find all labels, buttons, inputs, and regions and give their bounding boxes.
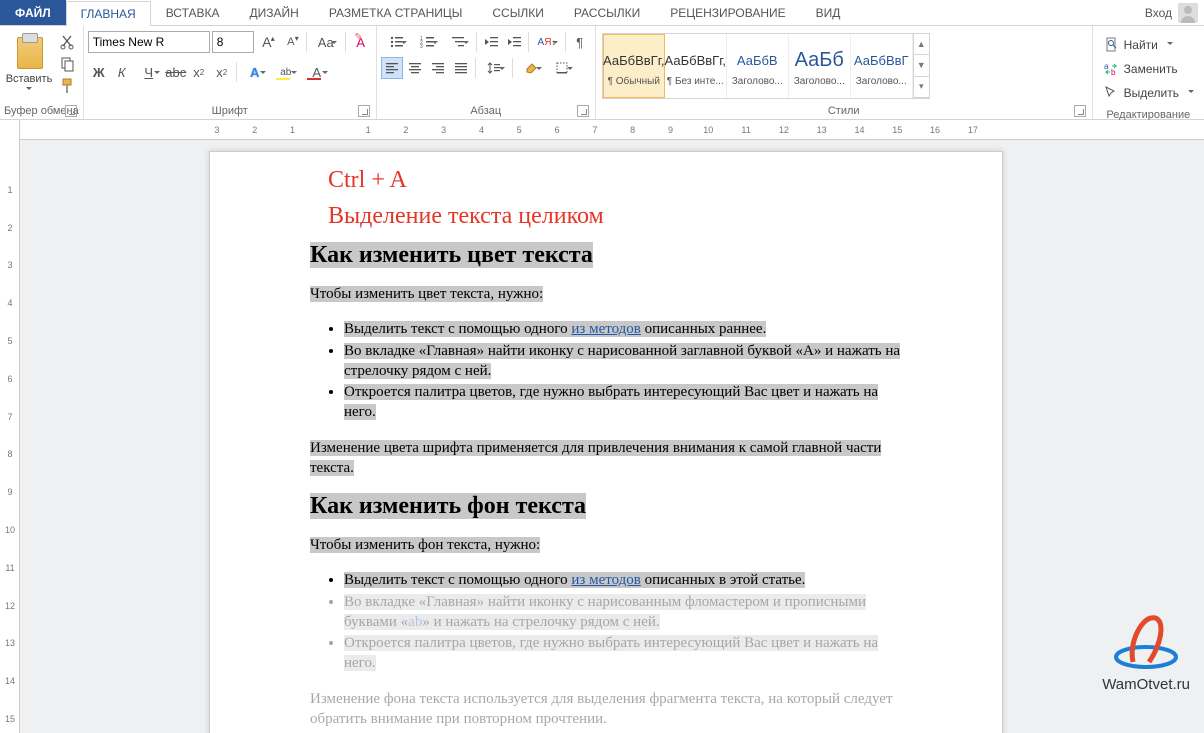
- style-item-2[interactable]: АаБбВЗаголово...: [727, 34, 789, 98]
- chevron-down-icon: [1188, 90, 1194, 96]
- paragraph-dialog-launcher[interactable]: [577, 105, 589, 117]
- login-area[interactable]: Вход: [1145, 0, 1204, 25]
- shrink-font-button[interactable]: A▾: [280, 31, 302, 53]
- line-spacing-button[interactable]: [479, 57, 509, 79]
- group-clipboard: Вставить Буфер обмена: [0, 26, 84, 119]
- tab-design[interactable]: ДИЗАЙН: [235, 0, 314, 25]
- decrease-indent-button[interactable]: [480, 31, 502, 53]
- paste-button[interactable]: Вставить: [4, 31, 54, 95]
- ribbon-tabs: ФАЙЛ ГЛАВНАЯ ВСТАВКА ДИЗАЙН РАЗМЕТКА СТР…: [0, 0, 1204, 26]
- tab-insert[interactable]: ВСТАВКА: [151, 0, 235, 25]
- document-page[interactable]: Ctrl + A Выделение текста целиком Как из…: [209, 151, 1003, 733]
- heading-1: Как изменить цвет текста: [310, 242, 593, 268]
- tab-home[interactable]: ГЛАВНАЯ: [66, 1, 151, 26]
- svg-text:3: 3: [420, 44, 423, 49]
- subscript-button[interactable]: x2: [188, 61, 210, 83]
- style-item-3[interactable]: АаБбЗаголово...: [789, 34, 851, 98]
- svg-text:b: b: [1111, 68, 1116, 77]
- style-item-0[interactable]: АаБбВвГг,¶ Обычный: [603, 34, 665, 98]
- styles-dialog-launcher[interactable]: [1074, 105, 1086, 117]
- bold-button[interactable]: Ж: [88, 61, 110, 83]
- font-dialog-launcher[interactable]: [358, 105, 370, 117]
- ribbon: Вставить Буфер обмена A▴ A▾ Aa A✎: [0, 26, 1204, 120]
- multilevel-list-button[interactable]: [443, 31, 473, 53]
- align-center-button[interactable]: [404, 57, 426, 79]
- copy-button[interactable]: [57, 55, 77, 73]
- replace-button[interactable]: abЗаменить: [1103, 59, 1194, 79]
- justify-button[interactable]: [450, 57, 472, 79]
- increase-indent-button[interactable]: [503, 31, 525, 53]
- clear-formatting-button[interactable]: A✎: [350, 31, 372, 53]
- group-editing: Найти abЗаменить Выделить Редактирование: [1093, 26, 1204, 119]
- clipboard-icon: [13, 33, 45, 71]
- overlay-hint: Ctrl + A Выделение текста целиком: [310, 162, 902, 234]
- vertical-ruler[interactable]: 123456789101112131415161718192021: [0, 120, 20, 733]
- svg-text:a: a: [1104, 62, 1109, 71]
- format-painter-button[interactable]: [57, 77, 77, 95]
- watermark: WamOtvet.ru: [1102, 612, 1190, 693]
- italic-button[interactable]: К: [111, 61, 133, 83]
- link-methods-1[interactable]: из методов: [571, 321, 641, 337]
- tab-review[interactable]: РЕЦЕНЗИРОВАНИЕ: [655, 0, 800, 25]
- tab-view[interactable]: ВИД: [801, 0, 856, 25]
- superscript-button[interactable]: x2: [211, 61, 233, 83]
- style-item-4[interactable]: АаБбВвГЗаголово...: [851, 34, 913, 98]
- align-left-button[interactable]: [381, 57, 403, 79]
- cut-button[interactable]: [57, 33, 77, 51]
- borders-button[interactable]: [547, 57, 577, 79]
- style-item-1[interactable]: АаБбВвГг,¶ Без инте...: [665, 34, 727, 98]
- font-name-select[interactable]: [88, 31, 210, 53]
- document-area: 3211234567891011121314151617 12345678910…: [0, 120, 1204, 733]
- login-label: Вход: [1145, 6, 1172, 20]
- horizontal-ruler[interactable]: 3211234567891011121314151617: [20, 120, 1204, 140]
- font-size-select[interactable]: [212, 31, 254, 53]
- heading-2: Как изменить фон текста: [310, 493, 586, 519]
- shading-button[interactable]: [516, 57, 546, 79]
- find-button[interactable]: Найти: [1103, 35, 1194, 55]
- show-marks-button[interactable]: ¶: [569, 31, 591, 53]
- tab-file[interactable]: ФАЙЛ: [0, 0, 66, 25]
- strikethrough-button[interactable]: abc: [165, 61, 187, 83]
- highlight-button[interactable]: ab: [271, 61, 301, 83]
- grow-font-button[interactable]: A▴: [256, 31, 278, 53]
- tab-layout[interactable]: РАЗМЕТКА СТРАНИЦЫ: [314, 0, 478, 25]
- clipboard-dialog-launcher[interactable]: [65, 105, 77, 117]
- chevron-down-icon: [1167, 42, 1173, 48]
- text-effects-button[interactable]: A: [240, 61, 270, 83]
- sort-button[interactable]: AЯ↓: [532, 31, 562, 53]
- chevron-down-icon: [26, 87, 32, 93]
- tab-mailings[interactable]: РАССЫЛКИ: [559, 0, 655, 25]
- select-button[interactable]: Выделить: [1103, 83, 1194, 103]
- align-right-button[interactable]: [427, 57, 449, 79]
- gallery-more[interactable]: ▾: [914, 77, 929, 98]
- gallery-down[interactable]: ▼: [914, 55, 929, 76]
- link-methods-2[interactable]: из методов: [571, 572, 641, 588]
- gallery-up[interactable]: ▲: [914, 34, 929, 55]
- numbering-button[interactable]: 123: [412, 31, 442, 53]
- styles-gallery[interactable]: АаБбВвГг,¶ ОбычныйАаБбВвГг,¶ Без инте...…: [602, 33, 930, 99]
- group-styles: АаБбВвГг,¶ ОбычныйАаБбВвГг,¶ Без инте...…: [596, 26, 1093, 119]
- change-case-button[interactable]: Aa: [311, 31, 341, 53]
- underline-button[interactable]: Ч: [134, 61, 164, 83]
- group-font: A▴ A▾ Aa A✎ Ж К Ч abc x2 x2 A ab A Шрифт: [84, 26, 377, 119]
- avatar-icon: [1178, 3, 1198, 23]
- bullets-button[interactable]: [381, 31, 411, 53]
- tab-references[interactable]: ССЫЛКИ: [477, 0, 558, 25]
- font-color-button[interactable]: A: [302, 61, 332, 83]
- group-paragraph: 123 AЯ↓ ¶ Абзац: [377, 26, 596, 119]
